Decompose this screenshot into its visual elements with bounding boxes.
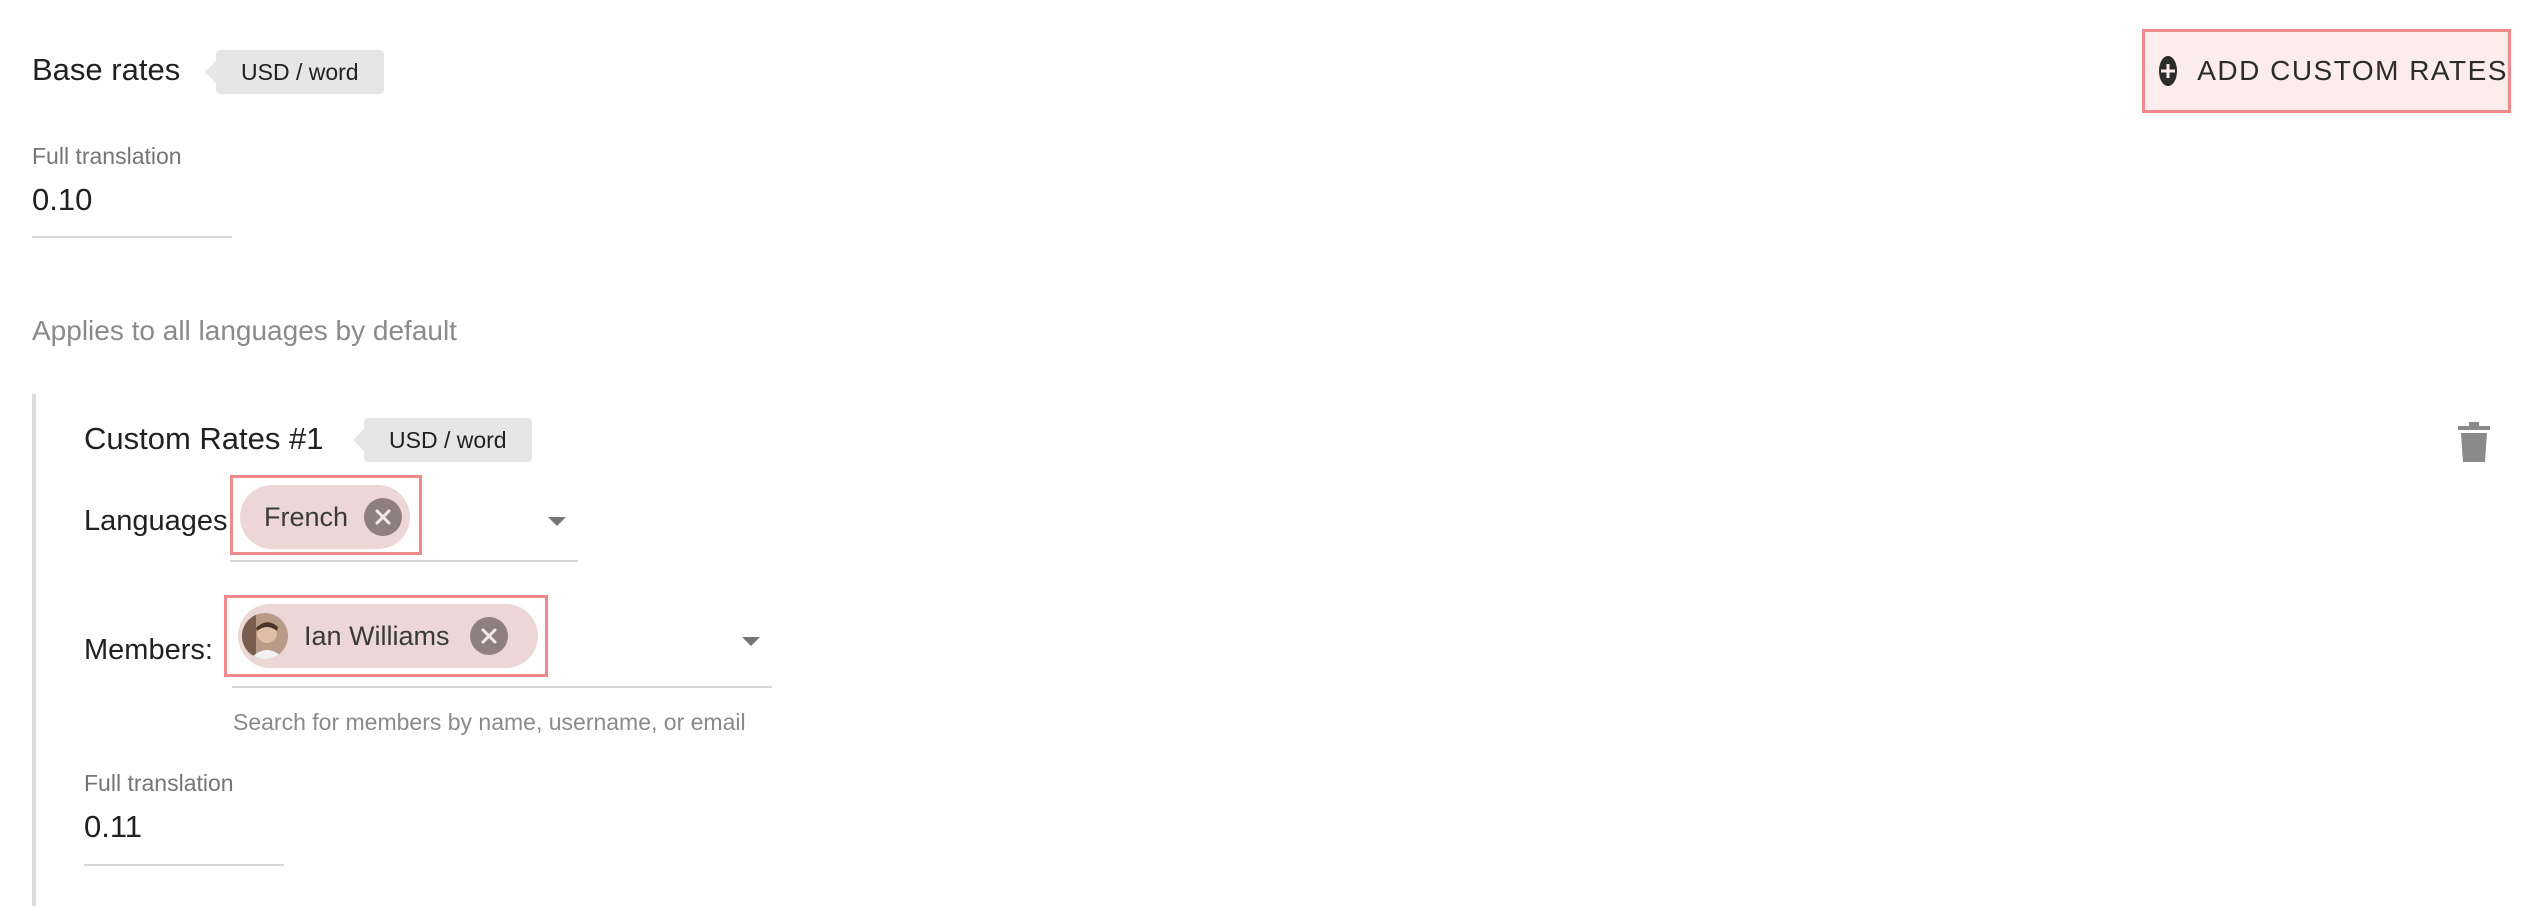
base-full-translation-input[interactable]: 0.10	[32, 182, 92, 218]
base-full-translation-label: Full translation	[32, 143, 182, 169]
close-circle-icon[interactable]	[469, 617, 508, 655]
language-chip-label: French	[264, 501, 349, 532]
avatar	[242, 613, 288, 659]
custom-full-translation-underline	[84, 864, 284, 866]
custom-rates-title: Custom Rates #1	[84, 421, 324, 456]
language-chip-french[interactable]: French	[240, 485, 410, 549]
trash-icon[interactable]	[2458, 422, 2490, 462]
languages-underline	[230, 560, 578, 562]
plus-circle-icon	[2159, 56, 2178, 86]
base-rates-hint: Applies to all languages by default	[32, 315, 457, 346]
close-circle-icon[interactable]	[364, 498, 403, 536]
members-label: Members:	[84, 634, 213, 666]
members-underline	[232, 686, 772, 688]
members-caret-down-icon[interactable]	[742, 637, 760, 646]
add-custom-rates-button[interactable]: ADD CUSTOM RATES	[2142, 29, 2511, 113]
custom-full-translation-input[interactable]: 0.11	[84, 809, 142, 845]
languages-label: Languages:	[84, 505, 236, 537]
custom-full-translation-label: Full translation	[84, 770, 234, 796]
add-custom-rates-label: ADD CUSTOM RATES	[2197, 55, 2508, 86]
base-rates-title: Base rates	[32, 52, 181, 87]
member-chip-label: Ian Williams	[304, 620, 450, 651]
rates-page: Base rates USD / word ADD CUSTOM RATES F…	[0, 0, 2546, 906]
member-chip-ian-williams[interactable]: Ian Williams	[238, 604, 538, 668]
base-rates-unit-tag: USD / word	[205, 50, 384, 94]
languages-caret-down-icon[interactable]	[548, 517, 566, 526]
members-helper-text: Search for members by name, username, or…	[233, 709, 746, 735]
custom-rates-unit-tag: USD / word	[353, 418, 532, 462]
base-full-translation-underline	[32, 236, 232, 238]
